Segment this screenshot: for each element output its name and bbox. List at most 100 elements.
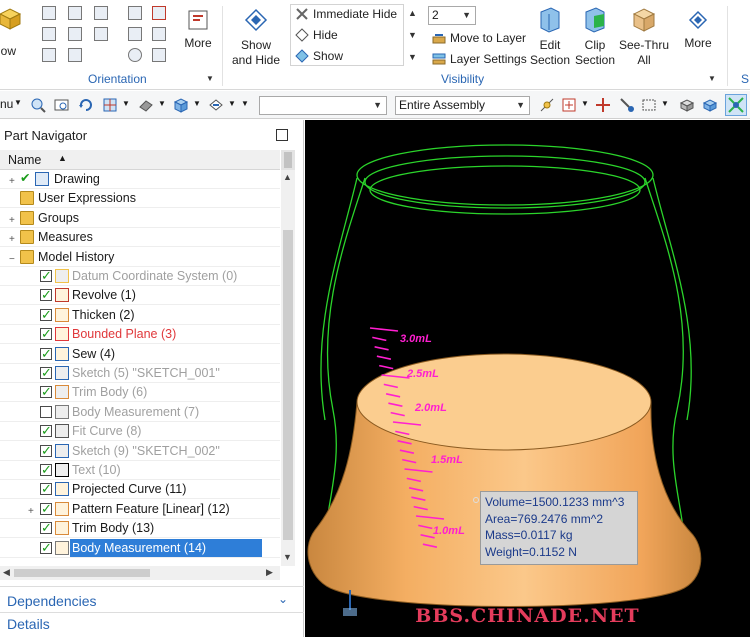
dependencies-panel-toggle[interactable]: Dependencies bbox=[7, 593, 97, 609]
expand-icon[interactable]: + bbox=[9, 212, 18, 230]
work-layer-icon[interactable] bbox=[208, 97, 224, 113]
details-panel-toggle[interactable]: Details bbox=[7, 616, 50, 632]
chevron-down-icon[interactable]: ▼ bbox=[241, 99, 249, 108]
chevron-down-icon[interactable]: ⌄ bbox=[278, 592, 288, 606]
tree-row[interactable]: Revolve (1) bbox=[0, 286, 280, 306]
visibility-checkbox[interactable] bbox=[40, 345, 52, 363]
rotate-icon[interactable] bbox=[78, 97, 94, 113]
vertical-scroll-thumb[interactable] bbox=[283, 230, 293, 540]
view-cube-icon[interactable] bbox=[128, 6, 142, 20]
collapse-icon[interactable]: − bbox=[9, 251, 18, 269]
render-style-icon[interactable] bbox=[138, 97, 154, 113]
visibility-checkbox[interactable] bbox=[40, 325, 52, 343]
move-to-layer-button[interactable]: Move to Layer bbox=[432, 31, 526, 45]
orient-view-icon-4[interactable] bbox=[42, 27, 56, 41]
tree-row[interactable]: Trim Body (6) bbox=[0, 383, 280, 403]
window-button[interactable]: dow bbox=[0, 6, 26, 58]
solid-icon[interactable] bbox=[679, 97, 695, 113]
orient-view-icon-6[interactable] bbox=[94, 27, 108, 41]
fit-view-icon[interactable] bbox=[152, 6, 166, 20]
visibility-checkbox[interactable] bbox=[40, 461, 52, 479]
select-filter-icon[interactable] bbox=[561, 97, 577, 113]
clip-section-button[interactable]: Clip Section bbox=[573, 6, 617, 68]
visibility-checkbox[interactable] bbox=[40, 500, 52, 518]
tree-row[interactable]: Sew (4) bbox=[0, 345, 280, 364]
tree-row[interactable]: Fit Curve (8) bbox=[0, 422, 280, 442]
chevron-down-icon[interactable]: ▼ bbox=[581, 99, 589, 108]
orange-body[interactable] bbox=[307, 353, 702, 607]
orient-view-icon-3[interactable] bbox=[94, 6, 108, 20]
chevron-down-icon[interactable]: ▼ bbox=[158, 99, 166, 108]
zoom-icon[interactable] bbox=[30, 97, 46, 113]
graphics-viewport[interactable]: 3.0mL 2.5mL 2.0mL 1.5mL 1.0mL Volume=1500.12… bbox=[305, 120, 750, 637]
tree-row[interactable]: Sketch (5) "SKETCH_001" bbox=[0, 364, 280, 383]
visibility-checkbox[interactable] bbox=[40, 539, 52, 557]
tree-row[interactable]: Body Measurement (7) bbox=[0, 403, 280, 422]
menu-button[interactable]: nu bbox=[0, 97, 13, 111]
chevron-down-icon[interactable]: ▼ bbox=[228, 99, 236, 108]
crosshair-icon[interactable] bbox=[595, 97, 611, 113]
box-view-icon[interactable] bbox=[173, 97, 189, 113]
visibility-expand-icon[interactable]: ▼ bbox=[408, 52, 417, 62]
snap-toggle-button[interactable] bbox=[725, 94, 747, 116]
tree-row[interactable]: + ✔ Drawing bbox=[0, 170, 280, 189]
tree-row[interactable]: Text (10) bbox=[0, 461, 280, 480]
tree-row[interactable]: Thicken (2) bbox=[0, 306, 280, 325]
orient-view-icon-2[interactable] bbox=[68, 6, 82, 20]
vertical-scrollbar[interactable]: ▲ ▼ bbox=[281, 152, 295, 566]
show-and-hide-button[interactable]: Show and Hide bbox=[230, 6, 282, 68]
visibility-more-button[interactable]: More bbox=[680, 8, 716, 51]
tree-row[interactable]: Datum Coordinate System (0) bbox=[0, 267, 280, 286]
tree-row[interactable]: Body Measurement (14) bbox=[0, 538, 280, 558]
snap-point-icon[interactable] bbox=[539, 97, 555, 113]
layer-settings-button[interactable]: Layer Settings bbox=[432, 52, 527, 66]
body-icon[interactable] bbox=[702, 97, 718, 113]
zoom-icon[interactable] bbox=[128, 27, 142, 41]
visibility-checkbox[interactable] bbox=[40, 306, 52, 324]
visibility-checkbox[interactable] bbox=[40, 364, 52, 382]
visibility-checkbox[interactable] bbox=[40, 405, 52, 418]
column-header[interactable]: Name ▲ bbox=[0, 150, 280, 170]
menu-dropdown-icon[interactable]: ▼ bbox=[14, 98, 22, 107]
visibility-checkbox[interactable] bbox=[40, 267, 52, 285]
visibility-checkbox[interactable] bbox=[40, 286, 52, 304]
orient-view-icon-5[interactable] bbox=[68, 27, 82, 41]
expand-icon[interactable]: + bbox=[28, 503, 37, 521]
hide-button[interactable]: Hide bbox=[295, 28, 338, 42]
expand-icon[interactable]: + bbox=[9, 173, 18, 191]
see-thru-all-button[interactable]: See-Thru All bbox=[618, 6, 670, 68]
visibility-scroll-up-icon[interactable]: ▲ bbox=[408, 8, 417, 18]
tree-row[interactable]: − Model History bbox=[0, 248, 280, 267]
orient-view-icon-1[interactable] bbox=[42, 6, 56, 20]
tree-row[interactable]: Sketch (9) "SKETCH_002" bbox=[0, 442, 280, 461]
orientation-launcher-icon[interactable]: ▼ bbox=[206, 74, 214, 83]
tree-row[interactable]: Trim Body (13) bbox=[0, 519, 280, 539]
select-snap-icon[interactable] bbox=[619, 97, 635, 113]
visibility-checkbox[interactable] bbox=[40, 519, 52, 537]
type-filter-combo[interactable]: ▼ bbox=[259, 96, 387, 115]
orient-view-icon-7[interactable] bbox=[42, 48, 56, 62]
tree-row[interactable]: + Groups bbox=[0, 209, 280, 228]
layer-combo[interactable]: 2 ▼ bbox=[428, 6, 476, 25]
maximize-panel-icon[interactable] bbox=[276, 129, 288, 141]
rectangle-select-icon[interactable] bbox=[641, 97, 657, 113]
immediate-hide-button[interactable]: Immediate Hide bbox=[295, 7, 397, 21]
visibility-checkbox[interactable] bbox=[40, 383, 52, 401]
scroll-up-icon[interactable]: ▲ bbox=[283, 172, 292, 182]
visibility-launcher-icon[interactable]: ▼ bbox=[708, 74, 716, 83]
visibility-checkbox[interactable] bbox=[40, 480, 52, 498]
pan-icon[interactable] bbox=[152, 27, 166, 41]
tree-row[interactable]: Projected Curve (11) bbox=[0, 480, 280, 500]
orientation-more-button[interactable]: More bbox=[180, 8, 216, 51]
chevron-down-icon[interactable]: ▼ bbox=[193, 99, 201, 108]
expand-icon[interactable]: + bbox=[9, 231, 18, 249]
show-button[interactable]: Show bbox=[295, 49, 343, 63]
visibility-checkbox[interactable] bbox=[40, 422, 52, 440]
chevron-down-icon[interactable]: ▼ bbox=[122, 99, 130, 108]
rotate-icon[interactable] bbox=[128, 48, 142, 62]
scroll-left-icon[interactable]: ◀ bbox=[3, 567, 10, 578]
visibility-checkbox[interactable] bbox=[40, 442, 52, 460]
edit-section-button[interactable]: Edit Section bbox=[528, 6, 572, 68]
scroll-down-icon[interactable]: ▼ bbox=[283, 552, 292, 562]
tree-row[interactable]: + Measures bbox=[0, 228, 280, 249]
